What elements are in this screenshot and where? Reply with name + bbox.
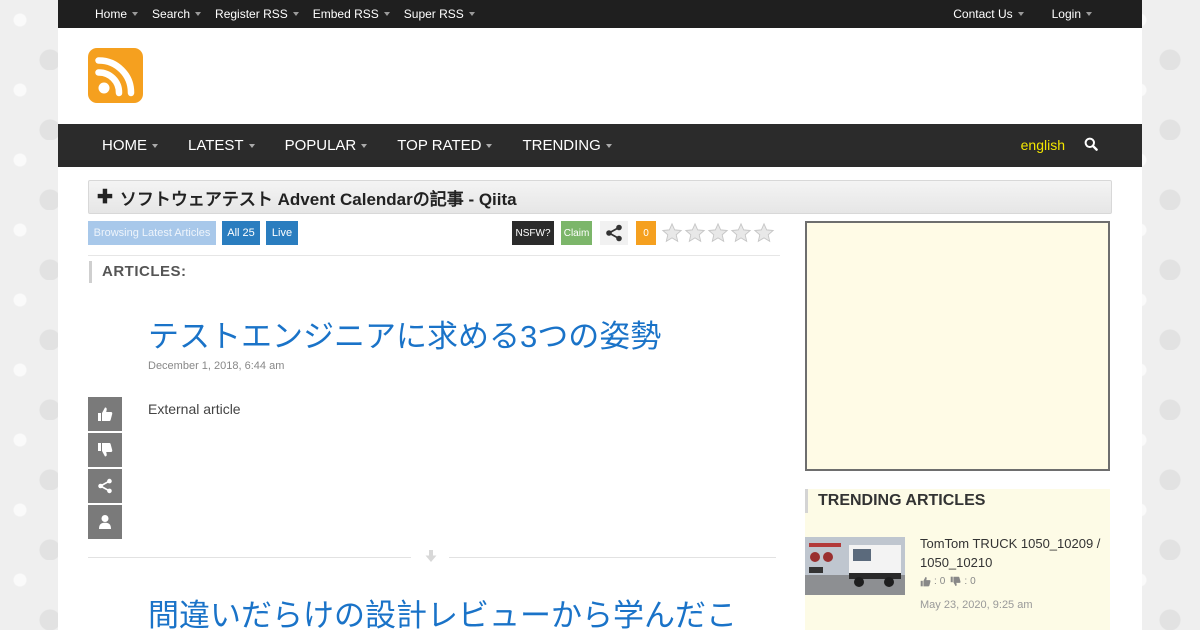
caret-down-icon [132,12,139,16]
top-bar-right-menu: Contact Us Login [925,0,1092,28]
trending-article-votes: : 0 : 0 [920,576,976,587]
trending-article-title[interactable]: TomTom TRUCK 1050_10209 / 1050_10210 [920,534,1110,572]
plus-icon[interactable]: ✚ [97,188,113,207]
nsfw-button[interactable]: NSFW? [512,221,554,245]
thumbs-up-icon [920,577,931,587]
top-bar: Home Search Register RSS Embed RSS Super… [58,0,1142,28]
nav-latest[interactable]: LATEST [188,137,255,154]
author-button[interactable] [88,505,122,539]
share-button[interactable] [600,221,628,245]
top-menu-search[interactable]: Search [152,7,202,21]
claim-button[interactable]: Claim [561,221,592,245]
caret-down-icon [1017,12,1024,16]
nav-trending[interactable]: TRENDING [522,137,612,154]
nav-trending-label: TRENDING [522,137,601,154]
thumbs-down-icon [98,443,113,457]
feed-title-bar: ✚ ソフトウェアテスト Advent Calendarの記事 - Qiita [88,180,1112,214]
rss-logo-icon[interactable] [88,48,143,103]
nav-home[interactable]: HOME [102,137,158,154]
caret-down-icon [361,143,368,148]
nav-home-label: HOME [102,137,147,154]
caret-down-icon [605,143,612,148]
top-menu-embed-rss[interactable]: Embed RSS [313,7,390,21]
toolbar-divider [88,255,780,256]
star-icon[interactable] [753,222,775,244]
nav-top-rated-label: TOP RATED [397,137,482,154]
top-menu-home-label: Home [95,7,128,21]
article-separator-right [449,557,776,558]
caret-down-icon [486,143,493,148]
nav-popular[interactable]: POPULAR [285,137,368,154]
caret-down-icon [152,143,158,148]
site-header [58,28,1142,124]
arrow-down-icon [425,549,437,568]
trending-heading: TRENDING ARTICLES [805,489,985,513]
article-separator-left [88,557,411,558]
trending-article-date: May 23, 2020, 9:25 am [920,599,1033,611]
trending-article-thumbnail[interactable] [805,537,905,595]
top-menu-super-rss[interactable]: Super RSS [404,7,475,21]
star-icon[interactable] [730,222,752,244]
top-menu-home[interactable]: Home [95,7,139,21]
top-menu-register-rss-label: Register RSS [215,7,288,21]
share-icon [606,224,622,242]
article-share-button[interactable] [88,469,122,503]
article-title[interactable]: テストエンジニアに求める3つの姿勢 [148,311,661,356]
share-icon [98,478,112,494]
caret-down-icon [248,143,255,148]
top-menu-super-rss-label: Super RSS [403,7,464,21]
trending-dislikes-count: 0 [970,576,976,587]
rating-stars[interactable] [661,221,776,245]
feed-toolbar: Browsing Latest Articles All 25 Live NSF… [88,221,780,246]
page-container: Home Search Register RSS Embed RSS Super… [58,0,1142,630]
browse-latest-button[interactable]: Browsing Latest Articles [88,221,216,245]
star-icon[interactable] [684,222,706,244]
article-title[interactable]: 間違いだらけの設計レビューから学んだこ [148,590,737,630]
top-menu-contact-us-label: Contact Us [953,7,1013,21]
like-button[interactable] [88,397,122,431]
top-menu-embed-rss-label: Embed RSS [312,7,379,21]
dislike-button[interactable] [88,433,122,467]
main-nav: HOME LATEST POPULAR TOP RATED TRENDING e… [58,124,1142,167]
caret-down-icon [383,12,390,16]
trending-articles-panel: TRENDING ARTICLES TomTom TRUCK 1050_1020… [805,489,1110,630]
nav-latest-label: LATEST [188,137,244,154]
thumbs-up-icon [98,407,113,421]
all-articles-button[interactable]: All 25 [222,221,260,245]
top-bar-left-menu: Home Search Register RSS Embed RSS Super… [95,0,489,28]
top-menu-contact-us[interactable]: Contact Us [953,7,1024,21]
user-icon [99,515,111,529]
thumbs-down-icon [951,576,961,586]
article-date: December 1, 2018, 6:44 am [148,360,285,372]
top-menu-login-label: Login [1051,7,1081,21]
top-menu-register-rss[interactable]: Register RSS [215,7,299,21]
live-button[interactable]: Live [266,221,298,245]
language-selector[interactable]: english [1021,137,1065,153]
star-icon[interactable] [661,222,683,244]
star-icon[interactable] [707,222,729,244]
nav-top-rated[interactable]: TOP RATED [397,137,493,154]
caret-down-icon [468,12,475,16]
top-menu-search-label: Search [152,7,191,21]
trending-likes-count: 0 [939,576,946,587]
advertisement-box[interactable] [805,221,1110,471]
caret-down-icon [292,12,299,16]
nav-popular-label: POPULAR [284,137,357,154]
main-nav-items: HOME LATEST POPULAR TOP RATED TRENDING [102,124,642,167]
feed-title: ソフトウェアテスト Advent Calendarの記事 - Qiita [119,189,517,209]
top-menu-login[interactable]: Login [1052,7,1092,21]
caret-down-icon [195,12,202,16]
search-icon[interactable] [1084,137,1098,156]
vote-count-badge: 0 [636,221,656,245]
article-body: External article [148,401,241,417]
articles-heading: ARTICLES: [89,261,187,283]
caret-down-icon [1086,12,1092,16]
